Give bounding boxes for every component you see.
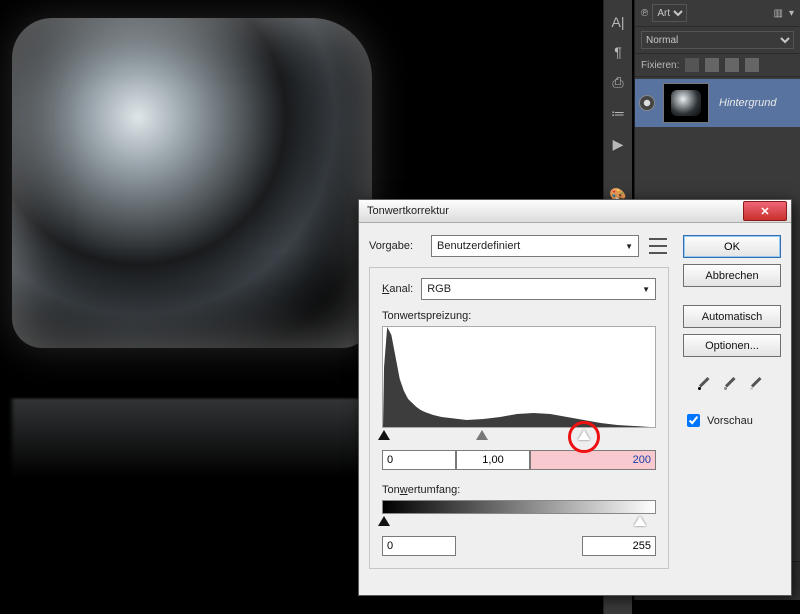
ok-button[interactable]: OK bbox=[683, 235, 781, 258]
panel-menu-icon[interactable]: ▾ bbox=[789, 8, 794, 19]
panel-icon[interactable]: ⎙ bbox=[612, 74, 623, 91]
output-black-slider[interactable] bbox=[378, 516, 390, 526]
close-button[interactable]: ✕ bbox=[743, 201, 787, 221]
histogram-svg bbox=[383, 327, 655, 427]
preset-menu-icon[interactable] bbox=[647, 235, 669, 257]
auto-button[interactable]: Automatisch bbox=[683, 305, 781, 328]
output-black-field[interactable] bbox=[382, 536, 456, 556]
input-white-field[interactable] bbox=[530, 450, 656, 470]
input-gamma-field[interactable] bbox=[456, 450, 530, 470]
output-gradient[interactable] bbox=[382, 500, 656, 514]
input-black-field[interactable] bbox=[382, 450, 456, 470]
preview-checkbox[interactable]: Vorschau bbox=[683, 411, 781, 430]
cancel-button[interactable]: Abbrechen bbox=[683, 264, 781, 287]
canvas-image bbox=[12, 18, 372, 348]
gray-eyedropper-icon[interactable] bbox=[723, 373, 741, 391]
paragraph-icon[interactable]: ¶ bbox=[614, 44, 622, 60]
chevron-down-icon: ▼ bbox=[625, 242, 633, 251]
kind-select[interactable]: Art bbox=[652, 4, 687, 22]
black-point-slider[interactable] bbox=[378, 430, 390, 440]
input-slider-track[interactable] bbox=[382, 430, 656, 444]
black-eyedropper-icon[interactable] bbox=[697, 373, 715, 391]
output-levels-label: Tonwertumfang: bbox=[382, 484, 656, 496]
gamma-slider[interactable] bbox=[476, 430, 488, 440]
preview-checkbox-input[interactable] bbox=[687, 414, 700, 427]
lock-move-icon[interactable] bbox=[725, 58, 739, 72]
list-icon[interactable]: ≔ bbox=[611, 105, 625, 122]
layer-row-background[interactable]: Hintergrund bbox=[635, 79, 800, 127]
preset-label: Vorgabe: bbox=[369, 240, 423, 252]
filter-icon[interactable]: ▥ bbox=[774, 8, 783, 19]
layer-name[interactable]: Hintergrund bbox=[719, 97, 776, 109]
channel-select[interactable]: RGB ▼ bbox=[421, 278, 656, 300]
white-eyedropper-icon[interactable] bbox=[749, 373, 767, 391]
white-point-slider[interactable] bbox=[578, 430, 590, 440]
blend-mode-select[interactable]: Normal bbox=[641, 31, 794, 49]
options-button[interactable]: Optionen... bbox=[683, 334, 781, 357]
channel-value: RGB bbox=[427, 283, 451, 295]
levels-group: Kanal: RGB ▼ Tonwertspreizung: bbox=[369, 267, 669, 569]
lock-pixels-icon[interactable] bbox=[685, 58, 699, 72]
lock-label: Fixieren: bbox=[641, 60, 679, 71]
levels-dialog: Tonwertkorrektur ✕ Vorgabe: Benutzerdefi… bbox=[358, 199, 792, 596]
output-white-field[interactable] bbox=[582, 536, 656, 556]
output-slider-track[interactable] bbox=[382, 516, 656, 530]
input-levels-label: Tonwertspreizung: bbox=[382, 310, 656, 322]
output-white-slider[interactable] bbox=[634, 516, 646, 526]
lock-position-icon[interactable] bbox=[705, 58, 719, 72]
lock-all-icon[interactable] bbox=[745, 58, 759, 72]
preset-select[interactable]: Benutzerdefiniert ▼ bbox=[431, 235, 639, 257]
channel-label: Kanal: bbox=[382, 283, 413, 295]
dialog-title: Tonwertkorrektur bbox=[367, 205, 449, 217]
chevron-down-icon: ▼ bbox=[642, 285, 650, 294]
visibility-icon[interactable] bbox=[639, 95, 655, 111]
dialog-titlebar[interactable]: Tonwertkorrektur ✕ bbox=[359, 200, 791, 223]
mode-label: ℗ bbox=[641, 8, 648, 19]
layer-thumbnail[interactable] bbox=[663, 83, 709, 123]
type-tool-icon[interactable]: A| bbox=[612, 14, 625, 30]
play-icon[interactable]: ▶ bbox=[613, 136, 624, 153]
histogram[interactable] bbox=[382, 326, 656, 428]
preset-value: Benutzerdefiniert bbox=[437, 240, 520, 252]
preview-label: Vorschau bbox=[707, 415, 753, 427]
eyedropper-group bbox=[683, 373, 781, 391]
